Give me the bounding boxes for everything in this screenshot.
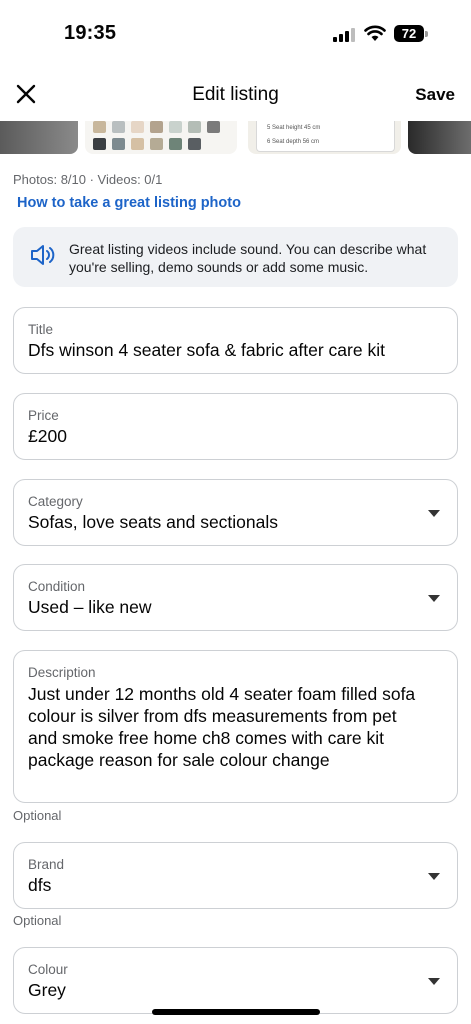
fabric-swatch <box>131 138 144 150</box>
wifi-icon <box>364 25 386 41</box>
colour-label: Colour <box>28 962 68 977</box>
brand-label: Brand <box>28 857 65 872</box>
battery-tip <box>425 31 428 37</box>
colour-select[interactable]: Colour Grey <box>13 947 458 1014</box>
title-field[interactable]: Title Dfs winson 4 seater sofa & fabric … <box>13 307 458 374</box>
video-tip-text: Great listing videos include sound. You … <box>69 241 427 275</box>
condition-value[interactable]: Used – like new <box>28 597 152 618</box>
photo-table-row: 5 Seat height 45 cm <box>267 125 321 131</box>
status-time: 19:35 <box>64 22 117 44</box>
listing-photo[interactable] <box>408 121 471 154</box>
category-label: Category <box>28 494 83 509</box>
photo-table-row: 6 Seat depth 56 cm <box>267 139 320 145</box>
fabric-swatch <box>112 121 125 133</box>
listing-photo[interactable] <box>0 121 78 154</box>
listing-photo[interactable]: 5 Seat height 45 cm 6 Seat depth 56 cm <box>248 121 401 154</box>
description-label: Description <box>28 665 96 680</box>
photo-strip[interactable]: 5 Seat height 45 cm 6 Seat depth 56 cm <box>0 121 471 156</box>
chevron-down-icon[interactable] <box>428 873 440 880</box>
optional-hint: Optional <box>13 808 62 823</box>
title-value[interactable]: Dfs winson 4 seater sofa & fabric after … <box>28 340 385 361</box>
header-bar: Edit listing Save <box>0 70 471 118</box>
photo-table-image: 5 Seat height 45 cm 6 Seat depth 56 cm <box>256 121 395 152</box>
price-value[interactable]: £200 <box>28 426 67 447</box>
video-tip-banner: Great listing videos include sound. You … <box>13 227 458 287</box>
fabric-swatch <box>93 138 106 150</box>
brand-select[interactable]: Brand dfs <box>13 842 458 909</box>
description-value[interactable]: Just under 12 months old 4 seater foam f… <box>28 683 428 771</box>
fabric-swatch <box>131 121 144 133</box>
fabric-swatch <box>150 138 163 150</box>
save-button[interactable]: Save <box>415 85 455 105</box>
battery-icon: 72 <box>394 25 424 42</box>
fabric-swatch <box>169 121 182 133</box>
chevron-down-icon[interactable] <box>428 595 440 602</box>
home-indicator <box>152 1009 320 1015</box>
price-field[interactable]: Price £200 <box>13 393 458 460</box>
fabric-swatch <box>188 121 201 133</box>
fabric-swatch <box>207 121 220 133</box>
colour-value[interactable]: Grey <box>28 980 66 1001</box>
fabric-swatch <box>93 121 106 133</box>
description-field[interactable]: Description Just under 12 months old 4 s… <box>13 650 458 803</box>
media-count: Photos: 8/10 · Videos: 0/1 <box>13 172 163 187</box>
category-value[interactable]: Sofas, love seats and sectionals <box>28 512 278 533</box>
brand-value[interactable]: dfs <box>28 875 51 896</box>
status-bar: 19:35 72 <box>0 0 471 62</box>
fabric-swatch <box>150 121 163 133</box>
cellular-signal-icon <box>333 28 355 42</box>
fabric-swatch <box>112 138 125 150</box>
page-title: Edit listing <box>192 84 279 105</box>
optional-hint: Optional <box>13 913 62 928</box>
title-label: Title <box>28 322 54 337</box>
category-select[interactable]: Category Sofas, love seats and sectional… <box>13 479 458 546</box>
condition-label: Condition <box>28 579 86 594</box>
photo-tips-link[interactable]: How to take a great listing photo <box>17 195 241 211</box>
fabric-swatch <box>188 138 201 150</box>
chevron-down-icon[interactable] <box>428 978 440 985</box>
price-label: Price <box>28 408 59 423</box>
chevron-down-icon[interactable] <box>428 510 440 517</box>
listing-photo[interactable] <box>85 121 237 154</box>
condition-select[interactable]: Condition Used – like new <box>13 564 458 631</box>
fabric-swatch <box>169 138 182 150</box>
speaker-icon <box>31 245 55 265</box>
